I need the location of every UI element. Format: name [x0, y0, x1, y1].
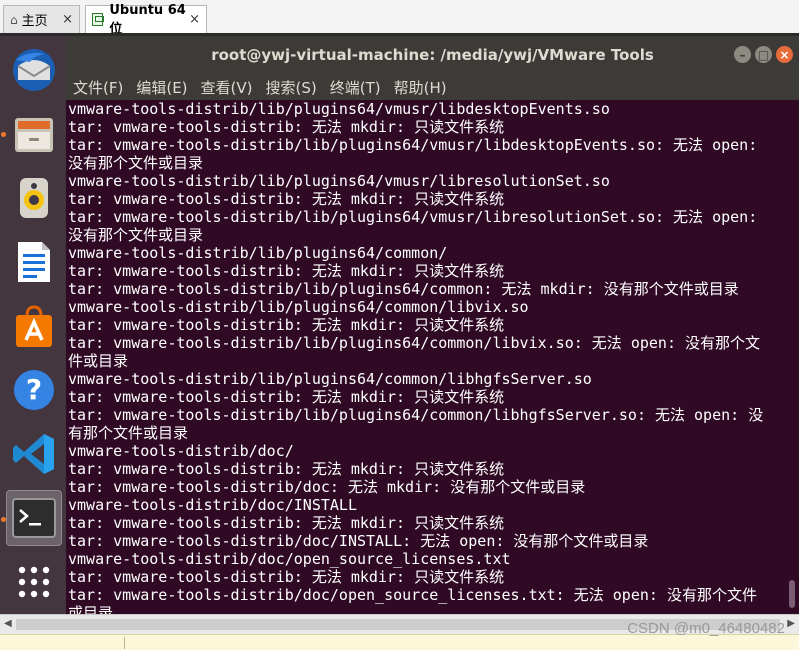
terminal-line: tar: vmware-tools-distrib: 无法 mkdir: 只读文…: [68, 316, 505, 334]
terminal-line: tar: vmware-tools-distrib/doc/INSTALL: 无…: [68, 532, 649, 550]
terminal-line: vmware-tools-distrib/lib/plugins64/commo…: [68, 244, 448, 262]
terminal-line: tar: vmware-tools-distrib/doc/open_sourc…: [68, 586, 757, 604]
scroll-right-icon[interactable]: ▶: [787, 618, 795, 629]
launcher-help[interactable]: ?: [6, 362, 62, 418]
menu-bar: 文件(F) 编辑(E) 查看(V) 搜索(S) 终端(T) 帮助(H): [66, 74, 799, 100]
terminal-line: 或目录: [68, 604, 114, 614]
terminal-scrollbar[interactable]: [785, 100, 799, 614]
host-tab-home-label: 主页: [21, 14, 48, 29]
terminal-line: tar: vmware-tools-distrib/lib/plugins64/…: [68, 136, 758, 154]
terminal-line: vmware-tools-distrib/doc/INSTALL: [68, 496, 357, 514]
terminal-line: tar: vmware-tools-distrib: 无法 mkdir: 只读文…: [68, 262, 505, 280]
launcher-rhythmbox[interactable]: [6, 170, 62, 226]
terminal-line: tar: vmware-tools-distrib/lib/plugins64/…: [68, 280, 739, 298]
terminal-line: tar: vmware-tools-distrib: 无法 mkdir: 只读文…: [68, 514, 505, 532]
launcher-thunderbird[interactable]: [6, 42, 62, 98]
menu-terminal[interactable]: 终端(T): [330, 77, 381, 98]
terminal-line: tar: vmware-tools-distrib/lib/plugins64/…: [68, 208, 758, 226]
launcher-software[interactable]: [6, 298, 62, 354]
rhythmbox-speaker-icon: [20, 178, 48, 218]
menu-view[interactable]: 查看(V): [201, 77, 253, 98]
menu-edit[interactable]: 编辑(E): [136, 77, 187, 98]
terminal-icon: [12, 498, 56, 538]
terminal-line: tar: vmware-tools-distrib: 无法 mkdir: 只读文…: [68, 460, 505, 478]
files-cabinet-icon: [15, 118, 53, 152]
launcher: ?: [0, 36, 66, 614]
home-icon: ⌂: [10, 12, 18, 27]
terminal-line: vmware-tools-distrib/lib/plugins64/vmusr…: [68, 172, 610, 190]
close-button[interactable]: ×: [776, 46, 793, 63]
close-icon[interactable]: ×: [62, 12, 73, 27]
minimize-button[interactable]: –: [734, 46, 751, 63]
terminal-line: tar: vmware-tools-distrib/lib/plugins64/…: [68, 406, 764, 424]
terminal-line: tar: vmware-tools-distrib/lib/plugins64/…: [68, 334, 761, 352]
libreoffice-writer-icon: [18, 242, 50, 282]
vscode-icon: [13, 434, 54, 474]
thunderbird-mail-icon: [13, 49, 55, 91]
scroll-left-icon[interactable]: ◀: [4, 618, 12, 629]
terminal-line: vmware-tools-distrib/doc/: [68, 442, 294, 460]
help-question-icon: ?: [14, 370, 54, 410]
terminal-line: 件或目录: [68, 352, 129, 370]
maximize-button[interactable]: □: [755, 46, 772, 63]
running-indicator: [1, 517, 6, 522]
terminal-line: tar: vmware-tools-distrib: 无法 mkdir: 只读文…: [68, 190, 505, 208]
terminal-line: tar: vmware-tools-distrib: 无法 mkdir: 只读文…: [68, 388, 505, 406]
svg-text:?: ?: [26, 373, 42, 406]
launcher-writer[interactable]: [6, 234, 62, 290]
ubuntu-software-bag-icon: [16, 305, 52, 347]
terminal-line: tar: vmware-tools-distrib/doc: 无法 mkdir:…: [68, 478, 586, 496]
launcher-show-apps[interactable]: [6, 554, 62, 610]
terminal-line: 有那个文件或目录: [68, 424, 189, 442]
launcher-files[interactable]: [6, 106, 62, 162]
host-tab-vm-label: Ubuntu 64 位: [109, 2, 186, 37]
status-separator: [124, 637, 125, 649]
menu-search[interactable]: 搜索(S): [266, 77, 317, 98]
menu-file[interactable]: 文件(F): [73, 77, 123, 98]
show-applications-grid-icon: [18, 566, 50, 598]
host-tab-vm[interactable]: Ubuntu 64 位 ×: [85, 3, 207, 37]
launcher-vscode[interactable]: [6, 426, 62, 482]
scrollbar-thumb[interactable]: [789, 580, 795, 608]
terminal-line: 没有那个文件或目录: [68, 154, 204, 172]
terminal-line: vmware-tools-distrib/lib/plugins64/commo…: [68, 370, 592, 388]
window-controls: – □ ×: [734, 46, 793, 63]
watermark: CSDN @m0_46480482: [627, 620, 785, 637]
vm-icon: [92, 13, 105, 26]
close-icon[interactable]: ×: [189, 12, 200, 27]
menu-help[interactable]: 帮助(H): [394, 77, 447, 98]
window-titlebar[interactable]: root@ywj-virtual-machine: /media/ywj/VMw…: [66, 36, 799, 74]
terminal-line: vmware-tools-distrib/lib/plugins64/vmusr…: [68, 100, 610, 118]
window-title: root@ywj-virtual-machine: /media/ywj/VMw…: [211, 46, 654, 64]
host-tab-home[interactable]: ⌂ 主页 ×: [3, 5, 80, 33]
launcher-terminal[interactable]: [6, 490, 62, 546]
terminal-line: tar: vmware-tools-distrib: 无法 mkdir: 只读文…: [68, 568, 505, 586]
terminal-line: 没有那个文件或目录: [68, 226, 204, 244]
host-tab-bar: ⌂ 主页 × Ubuntu 64 位 ×: [0, 0, 799, 37]
terminal-line: vmware-tools-distrib/lib/plugins64/commo…: [68, 298, 529, 316]
terminal-line: vmware-tools-distrib/doc/open_source_lic…: [68, 550, 511, 568]
terminal-output[interactable]: vmware-tools-distrib/lib/plugins64/vmusr…: [66, 100, 785, 614]
terminal-line: tar: vmware-tools-distrib: 无法 mkdir: 只读文…: [68, 118, 505, 136]
